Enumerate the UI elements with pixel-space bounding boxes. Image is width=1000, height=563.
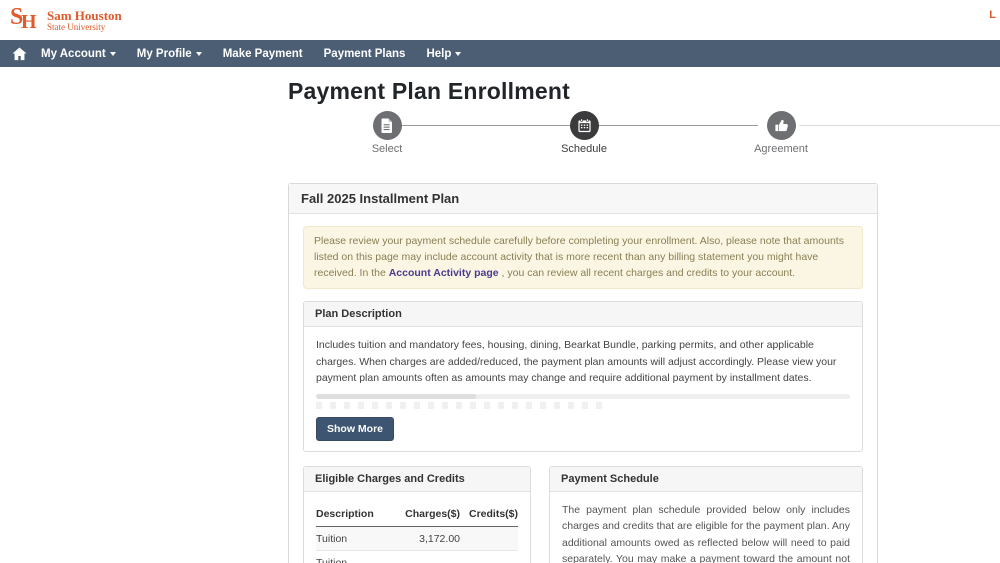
plan-description-card: Plan Description Includes tuition and ma… <box>303 301 863 452</box>
step-agreement-label: Agreement <box>721 143 841 155</box>
chevron-down-icon <box>455 52 461 56</box>
installment-plan-panel: Fall 2025 Installment Plan Please review… <box>288 183 878 563</box>
select-step-circle <box>373 111 402 140</box>
nav-my-account-label: My Account <box>41 48 106 60</box>
installment-plan-title: Fall 2025 Installment Plan <box>289 184 877 214</box>
col-charges: Charges($) <box>398 502 460 527</box>
document-icon <box>380 118 394 133</box>
payment-schedule-title: Payment Schedule <box>550 467 862 492</box>
table-row: Tuition 3,172.00 <box>316 527 518 551</box>
plan-description-title: Plan Description <box>304 302 862 327</box>
charge-amount <box>398 551 460 563</box>
chevron-down-icon <box>110 52 116 56</box>
table-row: Tuition (adjustment) 3,172.00 <box>316 551 518 563</box>
plan-description-body: Includes tuition and mandatory fees, hou… <box>316 337 850 386</box>
enrollment-steps: Select Schedule <box>288 111 878 173</box>
shsu-monogram-icon: S H <box>10 5 40 35</box>
home-icon <box>12 47 27 61</box>
eligible-charges-card: Eligible Charges and Credits Description… <box>303 466 531 563</box>
review-notice: Please review your payment schedule care… <box>303 226 863 289</box>
logo-line1: Sam Houston <box>47 9 122 23</box>
col-credits: Credits($) <box>460 502 518 527</box>
nav-help[interactable]: Help <box>426 48 461 60</box>
nav-make-payment[interactable]: Make Payment <box>223 48 303 60</box>
home-button[interactable] <box>12 47 27 61</box>
description-truncated-fade <box>316 402 610 409</box>
notice-text-after: , you can review all recent charges and … <box>499 267 796 279</box>
credit-amount <box>460 527 518 551</box>
description-scrollbar-thumb[interactable] <box>316 394 476 399</box>
thumbs-up-icon <box>774 118 789 133</box>
col-description: Description <box>316 502 398 527</box>
payment-schedule-body: The payment plan schedule provided below… <box>562 502 850 563</box>
eligible-charges-table: Description Charges($) Credits($) Tuitio… <box>316 502 518 563</box>
shsu-logo[interactable]: S H Sam Houston State University <box>10 5 122 35</box>
charge-description: Tuition <box>316 527 398 551</box>
description-scrollbar-track <box>316 394 850 399</box>
shsu-logo-text: Sam Houston State University <box>47 7 122 32</box>
account-activity-link[interactable]: Account Activity page <box>389 267 499 279</box>
calendar-icon <box>577 118 592 133</box>
show-more-button[interactable]: Show More <box>316 417 394 441</box>
nav-make-payment-label: Make Payment <box>223 48 303 60</box>
step-schedule-label: Schedule <box>524 143 644 155</box>
nav-payment-plans-label: Payment Plans <box>324 48 406 60</box>
nav-my-account[interactable]: My Account <box>41 48 116 60</box>
top-bar: S H Sam Houston State University L <box>0 0 1000 40</box>
charge-amount: 3,172.00 <box>398 527 460 551</box>
logout-link-partial[interactable]: L <box>989 9 996 21</box>
step-select: Select <box>327 111 447 155</box>
eligible-charges-title: Eligible Charges and Credits <box>304 467 530 492</box>
agreement-step-circle <box>767 111 796 140</box>
main-navbar: My Account My Profile Make Payment Payme… <box>0 40 1000 67</box>
nav-help-label: Help <box>426 48 451 60</box>
nav-payment-plans[interactable]: Payment Plans <box>324 48 406 60</box>
nav-my-profile[interactable]: My Profile <box>137 48 202 60</box>
credit-amount: 3,172.00 <box>460 551 518 563</box>
step-schedule: Schedule <box>524 111 644 155</box>
step-select-label: Select <box>327 143 447 155</box>
step-agreement: Agreement <box>721 111 841 155</box>
schedule-step-circle <box>570 111 599 140</box>
charge-description: Tuition (adjustment) <box>316 551 398 563</box>
logo-line2: State University <box>47 23 122 32</box>
chevron-down-icon <box>196 52 202 56</box>
nav-my-profile-label: My Profile <box>137 48 192 60</box>
page-title: Payment Plan Enrollment <box>288 78 878 105</box>
payment-schedule-card: Payment Schedule The payment plan schedu… <box>549 466 863 563</box>
